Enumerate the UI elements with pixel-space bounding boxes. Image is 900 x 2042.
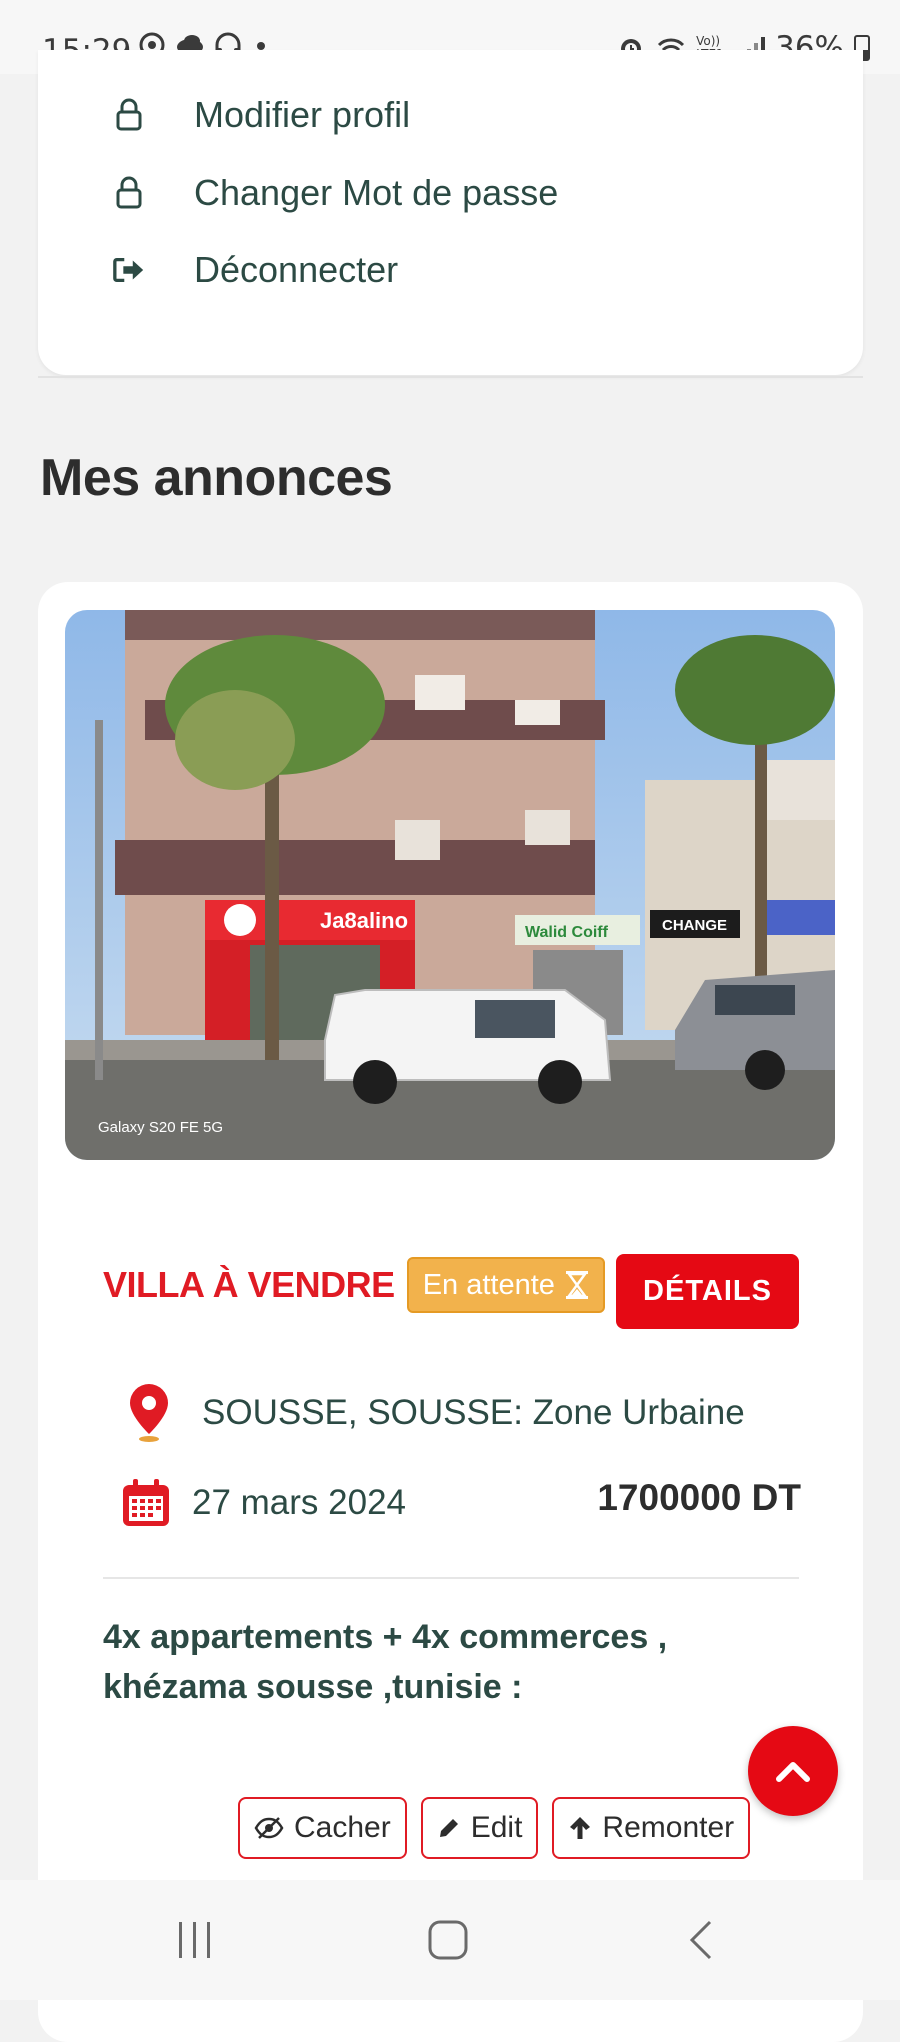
listing-description: 4x appartements + 4x commerces , khézama…: [103, 1618, 668, 1706]
status-badge: En attente: [406, 1257, 605, 1313]
arrow-up-icon: [570, 1817, 591, 1839]
menu-item-label: Changer Mot de passe: [194, 172, 559, 213]
photo-watermark: Galaxy S20 FE 5G: [98, 1119, 223, 1136]
menu-item-change-password[interactable]: Changer Mot de passe: [112, 172, 558, 214]
edit-button-label: Edit: [470, 1811, 523, 1844]
system-nav-bar: [0, 1880, 900, 2000]
listing-title: VILLA À VENDRE: [103, 1264, 395, 1305]
lock-icon: [112, 98, 146, 132]
bump-button-label: Remonter: [602, 1811, 735, 1844]
lock-icon: [112, 176, 146, 210]
home-icon[interactable]: [426, 1918, 470, 1962]
scroll-top-button[interactable]: [748, 1726, 838, 1816]
details-button[interactable]: DÉTAILS: [616, 1254, 799, 1329]
listing-title-row: VILLA À VENDRE En attente: [103, 1257, 605, 1313]
pencil-icon: [439, 1819, 458, 1837]
sign-out-icon: [112, 253, 146, 287]
map-pin-icon: [130, 1384, 168, 1442]
listing-date: 27 mars 2024: [120, 1477, 406, 1529]
photo-sign-ja8alino: Ja8alino: [320, 908, 408, 933]
edit-button[interactable]: Edit: [420, 1797, 539, 1859]
menu-item-logout[interactable]: Déconnecter: [112, 249, 398, 291]
profile-menu-card: Modifier profil Changer Mot de passe Déc…: [38, 50, 863, 375]
listing-location: SOUSSE, SOUSSE: Zone Urbaine: [128, 1382, 745, 1444]
hide-button[interactable]: Cacher: [238, 1797, 407, 1859]
photo-sign-change: CHANGE: [662, 917, 727, 934]
menu-item-label: Modifier profil: [194, 94, 411, 135]
hide-button-label: Cacher: [294, 1811, 391, 1844]
back-icon[interactable]: [680, 1918, 724, 1962]
listing-price: 1700000 DT: [597, 1477, 801, 1518]
date-text: 27 mars 2024: [192, 1483, 407, 1522]
calendar-icon: [123, 1479, 169, 1526]
listing-card: Ja8alino Walid Coiff CHANGE Galaxy S20 F…: [38, 582, 863, 2042]
status-badge-label: En attente: [422, 1268, 555, 1301]
divider: [38, 376, 863, 378]
section-title: Mes annonces: [40, 449, 393, 507]
recent-apps-icon[interactable]: [173, 1918, 217, 1962]
listing-photo[interactable]: Ja8alino Walid Coiff CHANGE Galaxy S20 F…: [65, 610, 835, 1160]
location-text: SOUSSE, SOUSSE: Zone Urbaine: [202, 1393, 745, 1432]
chevron-up-icon: [776, 1762, 810, 1782]
listing-actions: Cacher Edit Remonter: [238, 1797, 751, 1859]
divider: [103, 1577, 799, 1579]
menu-item-edit-profile[interactable]: Modifier profil: [112, 94, 410, 136]
hourglass-icon: [565, 1271, 588, 1299]
eye-slash-icon: [254, 1817, 284, 1839]
bump-button[interactable]: Remonter: [552, 1797, 751, 1859]
menu-item-label: Déconnecter: [194, 249, 399, 290]
photo-sign-walid: Walid Coiff: [525, 924, 609, 941]
